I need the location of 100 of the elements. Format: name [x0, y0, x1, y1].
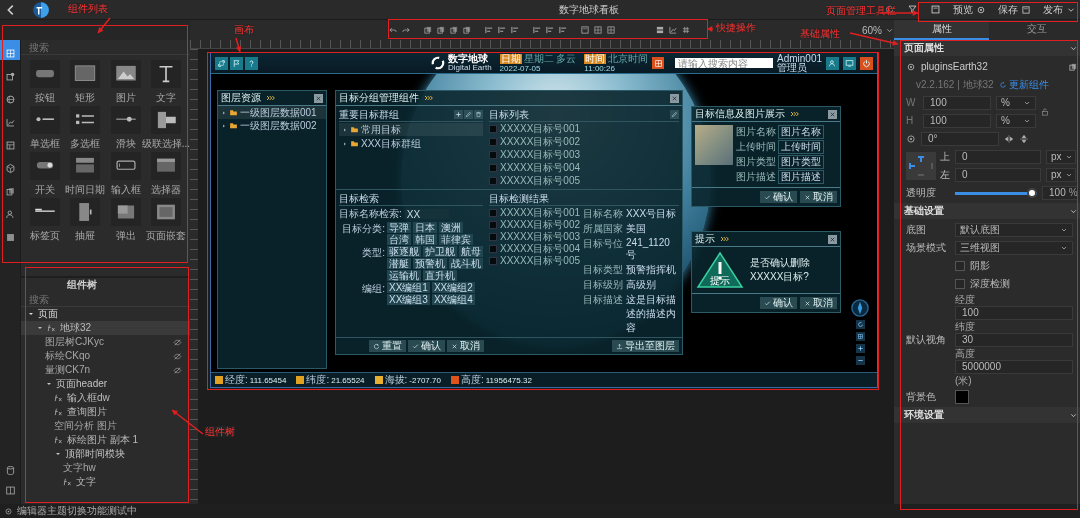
component-tile[interactable]: 按钮 [25, 60, 66, 104]
input-field[interactable]: 0 [955, 167, 1041, 182]
tree-node[interactable]: 查询图片 [21, 405, 190, 419]
calendar-button[interactable] [652, 57, 665, 69]
component-tile[interactable]: 单选框 [25, 106, 66, 150]
undo-icon[interactable] [388, 25, 398, 35]
filter-chip[interactable]: 韩国 [413, 234, 437, 245]
tree-node[interactable]: 标绘CKqo [21, 349, 190, 363]
rail-tab[interactable] [0, 40, 20, 60]
filter-chip[interactable]: 潜艇 [387, 258, 411, 269]
toolbar-button[interactable] [843, 56, 856, 70]
publish-button[interactable]: 发布 [1043, 2, 1076, 17]
align-icon[interactable] [532, 25, 542, 35]
cancel-button[interactable]: 取消 [800, 191, 837, 203]
filter-chip[interactable]: 驱逐舰 [387, 246, 421, 257]
text-field[interactable]: 图片名称 [778, 125, 824, 139]
frame-icon[interactable] [580, 25, 590, 35]
filter-chip[interactable]: 预警机 [413, 258, 447, 269]
tree-node[interactable]: 文字hw [21, 461, 190, 475]
tree-node[interactable]: 页面header [21, 377, 190, 391]
filter-chip[interactable]: XX编组3 [387, 294, 430, 305]
chart-icon[interactable] [668, 25, 678, 35]
component-tile[interactable]: 文字 [145, 60, 186, 104]
flip-vertical-icon[interactable] [1019, 133, 1029, 144]
checkbox[interactable] [489, 164, 497, 172]
toolbar-button[interactable] [215, 56, 228, 70]
checkbox[interactable] [489, 257, 497, 265]
component-tile[interactable]: 输入框 [105, 152, 146, 196]
component-tile[interactable]: 选择器 [145, 152, 186, 196]
copy-icon[interactable] [462, 25, 472, 35]
component-tile[interactable]: 时间日期 [65, 152, 106, 196]
hash-icon[interactable] [681, 25, 691, 35]
confirm-button[interactable]: 确认 [760, 297, 797, 309]
close-button[interactable] [828, 109, 837, 119]
search-field[interactable]: 请输入搜索内容 [674, 58, 773, 68]
close-button[interactable] [828, 234, 837, 244]
component-tile[interactable]: 页面嵌套 [145, 198, 186, 242]
lock-icon[interactable] [1040, 106, 1050, 117]
map-control-button[interactable] [855, 356, 865, 365]
filter-chip[interactable]: 战斗机 [449, 258, 483, 269]
color-swatch[interactable] [955, 389, 969, 404]
close-button[interactable] [314, 93, 323, 103]
filter-chip[interactable]: 日本 [413, 222, 437, 233]
tree-node[interactable]: 输入框dw [21, 391, 190, 405]
filter-chip[interactable]: 航母 [459, 246, 483, 257]
preview-button[interactable]: 预览 [953, 2, 986, 17]
align-icon[interactable] [545, 25, 555, 35]
component-tile[interactable]: 多选框 [65, 106, 106, 150]
dropdown[interactable]: 默认底图 [955, 222, 1073, 237]
unit-dropdown[interactable]: px [1046, 149, 1076, 164]
tree-node[interactable]: 文字 [21, 475, 190, 489]
tree-node[interactable]: 一级图层数据002 [218, 119, 326, 132]
checkbox[interactable] [489, 177, 497, 185]
align-icon[interactable] [497, 25, 507, 35]
confirm-button[interactable]: 确认 [760, 191, 797, 203]
filter-chip[interactable]: 直升机 [423, 270, 457, 281]
toolbar-button[interactable] [454, 110, 463, 119]
map-control-button[interactable] [855, 320, 865, 329]
input-field[interactable]: 30 [955, 333, 1073, 347]
unit-dropdown[interactable]: px [1046, 167, 1076, 182]
grid-icon[interactable] [606, 25, 616, 35]
align-icon[interactable] [484, 25, 494, 35]
property-tab[interactable]: 属性 [894, 20, 989, 40]
align-icon[interactable] [558, 25, 568, 35]
align-icon[interactable] [510, 25, 520, 35]
component-tile[interactable]: 标签页 [25, 198, 66, 242]
filter-icon[interactable] [907, 4, 918, 15]
update-link[interactable]: 更新组件 [998, 77, 1049, 92]
tree-node[interactable]: 空间分析 图片 [21, 419, 190, 433]
copy-icon[interactable] [423, 25, 433, 35]
filter-chip[interactable]: 护卫舰 [423, 246, 457, 257]
reset-button[interactable]: 重置 [369, 340, 406, 352]
confirm-button[interactable]: 确认 [408, 340, 445, 352]
export-button[interactable]: 导出至图层 [612, 340, 679, 352]
input-field[interactable]: 100 [923, 95, 991, 110]
filter-chip[interactable]: XX编组4 [431, 294, 475, 305]
dropdown[interactable]: 三维视图 [955, 240, 1073, 255]
toolbar-button[interactable] [245, 56, 258, 70]
filter-chip[interactable]: XX编组2 [431, 282, 475, 293]
component-tile[interactable]: 抽屉 [65, 198, 106, 242]
unit-dropdown[interactable]: % [996, 113, 1036, 128]
checkbox[interactable] [489, 221, 497, 229]
input-field[interactable]: 5000000 [955, 360, 1073, 374]
flip-horizontal-icon[interactable] [1004, 133, 1014, 144]
text-field[interactable]: 上传时间 [778, 140, 824, 154]
search-field[interactable]: 搜索 [21, 40, 190, 55]
checkbox[interactable] [955, 278, 965, 289]
filter-chip[interactable]: 台湾 [387, 234, 411, 245]
checkbox[interactable] [489, 125, 497, 133]
database-icon[interactable] [4, 465, 16, 476]
text-field[interactable]: 图片描述 [778, 170, 824, 184]
tree-node[interactable]: XXX目标群组 [339, 137, 483, 150]
component-tile[interactable]: 弹出 [105, 198, 146, 242]
filter-chip[interactable]: 运输机 [387, 270, 421, 281]
slider-thumb[interactable] [1027, 187, 1037, 198]
map-control-button[interactable] [855, 344, 865, 353]
book-icon[interactable] [4, 485, 16, 496]
checkbox[interactable] [489, 138, 497, 146]
filter-chip[interactable]: 菲律宾 [439, 234, 473, 245]
checkbox[interactable] [489, 245, 497, 253]
